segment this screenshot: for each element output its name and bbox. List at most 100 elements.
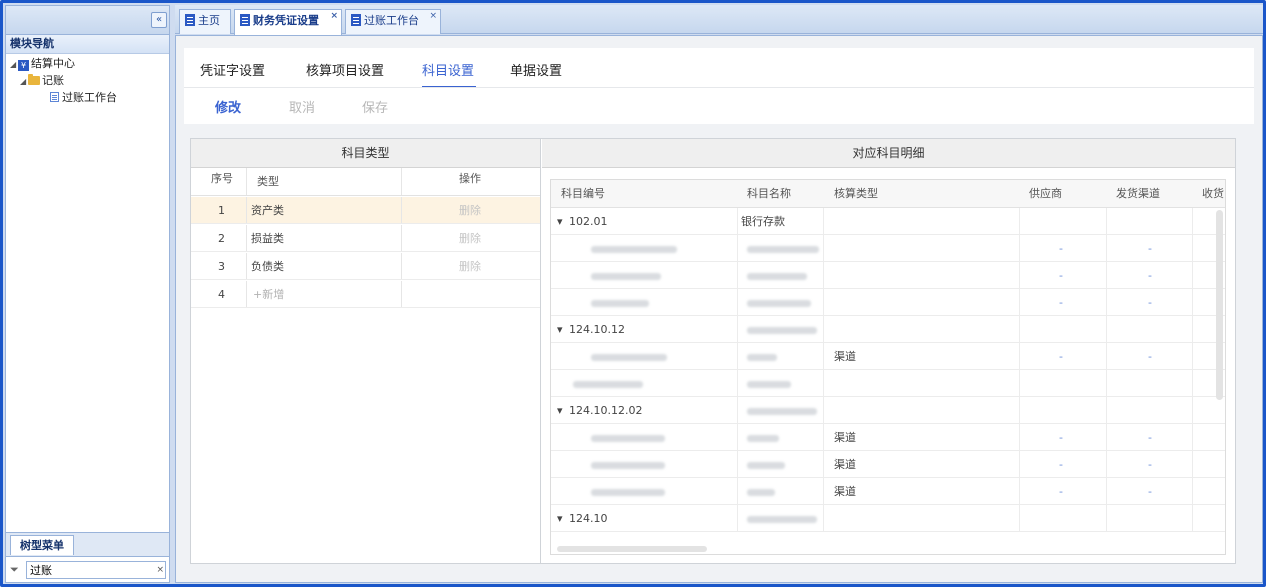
left-nav-panel: « 模块导航 ◢¥结算中心 ◢记账 过账工作台 树型菜单 ⏷ × — [5, 5, 170, 583]
column-divider — [1106, 262, 1107, 288]
clear-filter-icon[interactable]: × — [156, 565, 164, 575]
group-row[interactable]: ▾ 102.01 银行存款 — [551, 208, 1225, 235]
row-name — [747, 397, 817, 423]
row-index: 3 — [218, 260, 225, 273]
table-row[interactable]: 渠道 - - — [551, 451, 1225, 478]
column-divider — [401, 168, 402, 195]
tab-posting-workbench[interactable]: 过账工作台 × — [345, 9, 441, 34]
redacted-text — [747, 299, 811, 307]
table-row[interactable]: 2 损益类 删除 — [191, 225, 540, 252]
horizontal-scrollbar[interactable] — [557, 546, 707, 552]
tab-label: 财务凭证设置 — [253, 14, 319, 27]
row-accounting-type: 渠道 — [834, 350, 856, 363]
add-subject-type-button[interactable]: +新增 — [253, 281, 284, 307]
column-divider — [823, 316, 824, 342]
group-row[interactable]: ▾ 124.10.12.02 — [551, 397, 1225, 424]
row-name — [747, 262, 807, 288]
redacted-text — [747, 326, 817, 334]
group-row[interactable]: ▾ 124.10.12 — [551, 316, 1225, 343]
column-divider — [1192, 208, 1193, 234]
row-code — [591, 235, 677, 261]
tab-voucher-settings[interactable]: 财务凭证设置 × — [234, 9, 342, 35]
table-row[interactable]: -- — [551, 262, 1225, 289]
subject-type-panel: 科目类型 序号 类型 操作 1 资产类 删除 2 损益类 删除 3 负债类 删除… — [191, 139, 541, 563]
subtab-document-settings[interactable]: 单据设置 — [510, 60, 562, 79]
subject-settings-content: 科目类型 序号 类型 操作 1 资产类 删除 2 损益类 删除 3 负债类 删除… — [190, 138, 1236, 564]
tree-node-settlement-center[interactable]: ◢ ¥ 结算中心 — [10, 56, 75, 72]
row-code — [591, 262, 661, 288]
column-divider — [1192, 505, 1193, 531]
document-icon — [185, 14, 195, 26]
table-row[interactable]: 渠道 - - — [551, 424, 1225, 451]
row-code — [591, 451, 665, 477]
redacted-text — [747, 245, 819, 253]
redacted-text — [747, 461, 785, 469]
column-divider — [246, 168, 247, 195]
menu-filter-input[interactable] — [26, 561, 166, 579]
subtab-voucher-word[interactable]: 凭证字设置 — [200, 60, 265, 79]
delete-row-button[interactable]: 删除 — [459, 197, 481, 223]
table-row[interactable] — [551, 370, 1225, 397]
folder-icon — [28, 74, 40, 85]
expand-toggle-icon[interactable]: ▾ — [557, 397, 563, 423]
table-row[interactable]: 渠道 - - — [551, 343, 1225, 370]
delete-row-button[interactable]: 删除 — [459, 253, 481, 279]
column-divider — [1019, 208, 1020, 234]
column-divider — [1106, 235, 1107, 261]
row-name — [747, 370, 791, 396]
subject-detail-table: 科目编号 科目名称 核算类型 供应商 发货渠道 收货 ▾ 102.01 银行存款 - -… — [550, 179, 1226, 555]
group-row[interactable]: ▾ 124.10 — [551, 505, 1225, 532]
row-name — [747, 289, 811, 315]
column-divider — [401, 253, 402, 279]
table-row[interactable]: 1 资产类 删除 — [191, 197, 540, 224]
row-code — [591, 478, 665, 504]
subject-type-title: 科目类型 — [191, 139, 540, 168]
document-icon — [351, 14, 361, 26]
expand-toggle-icon[interactable]: ▾ — [557, 505, 563, 531]
column-divider — [1019, 424, 1020, 450]
column-divider — [737, 505, 738, 531]
tree-node-label: 记账 — [42, 74, 64, 87]
row-index: 4 — [218, 288, 225, 301]
tree-node-posting-workbench[interactable]: 过账工作台 — [50, 90, 117, 106]
row-shipping-channel: - — [1148, 485, 1152, 498]
table-row[interactable]: -- — [551, 235, 1225, 262]
row-supplier: - — [1059, 242, 1063, 255]
collapse-left-panel-button[interactable]: « — [151, 12, 167, 28]
delete-row-button[interactable]: 删除 — [459, 225, 481, 251]
tree-menu-tab[interactable]: 树型菜单 — [10, 535, 74, 555]
row-type: 负债类 — [251, 260, 284, 273]
tab-home[interactable]: 主页 — [179, 9, 231, 34]
subtab-accounting-items[interactable]: 核算项目设置 — [306, 60, 384, 79]
row-shipping-channel: - — [1148, 350, 1152, 363]
subtab-subject-settings[interactable]: 科目设置 — [422, 60, 474, 79]
expanded-triangle-icon[interactable]: ◢ — [10, 57, 18, 73]
table-row[interactable]: 3 负债类 删除 — [191, 253, 540, 280]
redacted-text — [747, 434, 779, 442]
redacted-text — [747, 353, 777, 361]
edit-button[interactable]: 修改 — [215, 97, 241, 116]
table-row[interactable]: 渠道 - - — [551, 478, 1225, 505]
document-icon — [50, 92, 59, 102]
tree-node-bookkeeping[interactable]: ◢ 记账 — [20, 73, 64, 89]
table-row[interactable]: -- — [551, 289, 1225, 316]
tab-label: 过账工作台 — [364, 14, 419, 27]
column-divider — [1019, 235, 1020, 261]
column-divider — [737, 262, 738, 288]
expand-toggle-icon[interactable]: ▾ — [557, 208, 563, 234]
expanded-triangle-icon[interactable]: ◢ — [20, 74, 28, 90]
close-tab-icon[interactable]: × — [330, 11, 338, 21]
column-divider — [1192, 370, 1193, 396]
column-divider — [246, 225, 247, 251]
add-row[interactable]: 4 +新增 — [191, 281, 540, 308]
expand-toggle-icon[interactable]: ▾ — [557, 316, 563, 342]
close-tab-icon[interactable]: × — [429, 11, 437, 21]
cancel-button[interactable]: 取消 — [289, 97, 315, 116]
column-divider — [823, 397, 824, 423]
save-button[interactable]: 保存 — [362, 97, 388, 116]
vertical-scrollbar[interactable] — [1216, 210, 1223, 400]
column-divider — [823, 424, 824, 450]
column-divider — [1192, 424, 1193, 450]
subject-detail-title: 对应科目明细 — [542, 139, 1235, 168]
redacted-text — [573, 380, 643, 388]
